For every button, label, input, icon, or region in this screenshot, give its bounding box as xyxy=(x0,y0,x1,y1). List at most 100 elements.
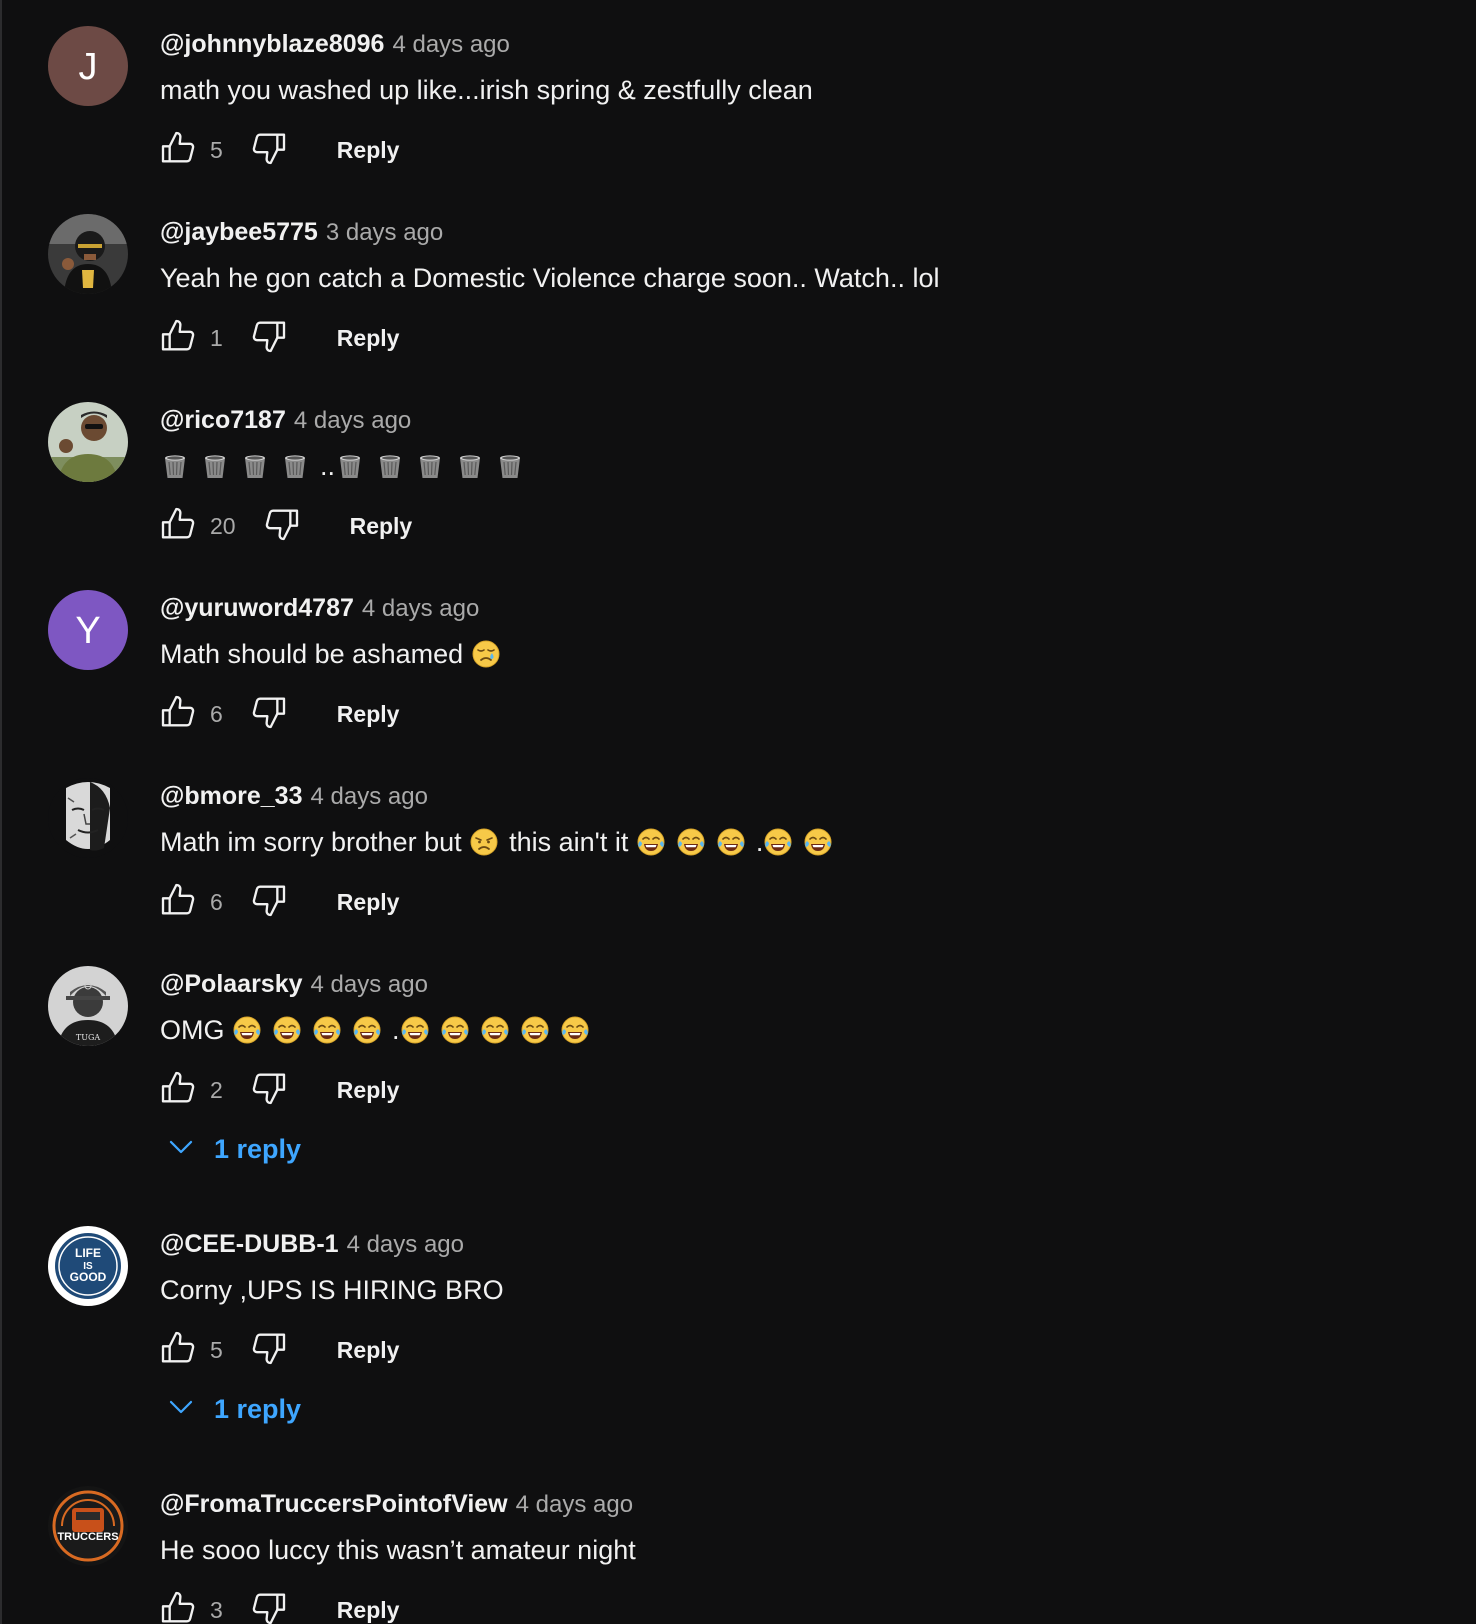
like-count: 1 xyxy=(210,325,223,351)
comment: @bmore_33 4 days ago Math im sorry brother… xyxy=(2,752,1476,940)
avatar[interactable]: TUGA xyxy=(48,966,128,1046)
like-button[interactable] xyxy=(158,692,198,737)
like-button[interactable] xyxy=(158,1588,198,1624)
comment-header: @jaybee5775 3 days ago xyxy=(160,215,443,253)
thumbs-up-icon xyxy=(158,1071,198,1112)
like-button[interactable] xyxy=(158,316,198,361)
tears-of-joy-face-icon xyxy=(636,827,666,857)
thumbs-up-icon xyxy=(158,695,198,736)
view-replies-button[interactable]: 1 reply xyxy=(166,1132,301,1176)
comment-text-segment: OMG xyxy=(160,1015,232,1045)
comment-timestamp[interactable]: 3 days ago xyxy=(326,219,443,246)
like-button[interactable] xyxy=(158,1328,198,1373)
comment-text-segment: math you washed up like...irish spring &… xyxy=(160,75,813,105)
dislike-button[interactable] xyxy=(249,692,289,737)
comment-text-segment: Math should be ashamed xyxy=(160,639,471,669)
dislike-button[interactable] xyxy=(249,1588,289,1624)
avatar[interactable] xyxy=(48,214,128,294)
thumbs-down-icon xyxy=(249,1073,289,1112)
comment-header: @Polaarsky 4 days ago xyxy=(160,967,428,1005)
reply-button[interactable]: Reply xyxy=(337,1077,400,1104)
wastebasket-icon xyxy=(455,451,485,481)
like-button[interactable] xyxy=(158,504,198,549)
dislike-button[interactable] xyxy=(249,128,289,173)
comment-author[interactable]: @CEE-DUBB-1 xyxy=(160,1230,339,1258)
like-count: 6 xyxy=(210,701,223,727)
comment-header: @bmore_33 4 days ago xyxy=(160,779,428,817)
dislike-button[interactable] xyxy=(249,880,289,925)
dislike-button[interactable] xyxy=(262,504,302,549)
comment-author[interactable]: @johnnyblaze8096 xyxy=(160,30,384,58)
like-count: 3 xyxy=(210,1597,223,1623)
comment-timestamp[interactable]: 4 days ago xyxy=(362,595,479,622)
comment: TUGA @Polaarsky 4 days ago OMG . 2 Reply 1 rep… xyxy=(2,940,1476,1190)
wastebasket-icon xyxy=(375,451,405,481)
comment-text: OMG . xyxy=(160,1012,600,1048)
comment-author[interactable]: @rico7187 xyxy=(160,406,286,434)
avatar[interactable]: LIFE IS GOOD xyxy=(48,1226,128,1306)
thumbs-down-icon xyxy=(249,1333,289,1372)
comment-timestamp[interactable]: 4 days ago xyxy=(516,1491,633,1518)
dislike-button[interactable] xyxy=(249,316,289,361)
comment-text: He sooo luccy this wasn’t amateur night xyxy=(160,1532,636,1568)
like-button[interactable] xyxy=(158,128,198,173)
comment-timestamp[interactable]: 4 days ago xyxy=(294,407,411,434)
comment-author[interactable]: @FromaTruccersPointofView xyxy=(160,1490,508,1518)
tears-of-joy-face-icon xyxy=(520,1015,550,1045)
avatar[interactable] xyxy=(48,402,128,482)
reply-button[interactable]: Reply xyxy=(350,513,413,540)
dislike-button[interactable] xyxy=(249,1068,289,1113)
thumbs-down-icon xyxy=(249,321,289,360)
comment-actions: 20 Reply xyxy=(158,504,412,548)
tears-of-joy-face-icon xyxy=(716,827,746,857)
svg-text:GOOD: GOOD xyxy=(70,1270,107,1284)
comment-text: .. xyxy=(160,448,535,484)
thumbs-up-icon xyxy=(158,507,198,548)
thumbs-up-icon xyxy=(158,131,198,172)
comment-text: Corny ,UPS IS HIRING BRO xyxy=(160,1272,504,1308)
dislike-button[interactable] xyxy=(249,1328,289,1373)
like-count: 5 xyxy=(210,137,223,163)
comment-author[interactable]: @Polaarsky xyxy=(160,970,303,998)
like-count: 2 xyxy=(210,1077,223,1103)
comment-author[interactable]: @bmore_33 xyxy=(160,782,303,810)
like-count: 6 xyxy=(210,889,223,915)
comment-header: @CEE-DUBB-1 4 days ago xyxy=(160,1227,464,1265)
reply-button[interactable]: Reply xyxy=(337,1337,400,1364)
thumbs-down-icon xyxy=(249,1593,289,1624)
like-button[interactable] xyxy=(158,1068,198,1113)
comment-header: @yuruword4787 4 days ago xyxy=(160,591,479,629)
reply-button[interactable]: Reply xyxy=(337,325,400,352)
comment-author[interactable]: @jaybee5775 xyxy=(160,218,318,246)
thumbs-down-icon xyxy=(249,697,289,736)
comment: @rico7187 4 days ago.. 20 Reply xyxy=(2,376,1476,564)
avatar[interactable] xyxy=(48,778,128,858)
comment-timestamp[interactable]: 4 days ago xyxy=(392,31,509,58)
chevron-down-icon xyxy=(166,1132,196,1167)
comment-text: Math should be ashamed xyxy=(160,636,511,672)
wastebasket-icon xyxy=(160,451,190,481)
comment-text-segment: .. xyxy=(320,451,336,481)
comment-actions: 1 Reply xyxy=(158,316,399,360)
reply-button[interactable]: Reply xyxy=(337,137,400,164)
wastebasket-icon xyxy=(415,451,445,481)
thumbs-up-icon xyxy=(158,883,198,924)
comment-author[interactable]: @yuruword4787 xyxy=(160,594,354,622)
avatar[interactable]: Y xyxy=(48,590,128,670)
tears-of-joy-face-icon xyxy=(763,827,793,857)
avatar[interactable]: TRUCCERS xyxy=(48,1486,128,1566)
comment-timestamp[interactable]: 4 days ago xyxy=(347,1231,464,1258)
wastebasket-icon xyxy=(335,451,365,481)
sad-tear-face-icon xyxy=(471,639,501,669)
avatar[interactable]: J xyxy=(48,26,128,106)
reply-button[interactable]: Reply xyxy=(337,701,400,728)
comment-timestamp[interactable]: 4 days ago xyxy=(311,783,428,810)
comment: TRUCCERS @FromaTruccersPointofView 4 days … xyxy=(2,1460,1476,1624)
view-replies-button[interactable]: 1 reply xyxy=(166,1392,301,1436)
wastebasket-icon xyxy=(200,451,230,481)
like-button[interactable] xyxy=(158,880,198,925)
reply-button[interactable]: Reply xyxy=(337,889,400,916)
tears-of-joy-face-icon xyxy=(676,827,706,857)
reply-button[interactable]: Reply xyxy=(337,1597,400,1624)
comment-timestamp[interactable]: 4 days ago xyxy=(311,971,428,998)
